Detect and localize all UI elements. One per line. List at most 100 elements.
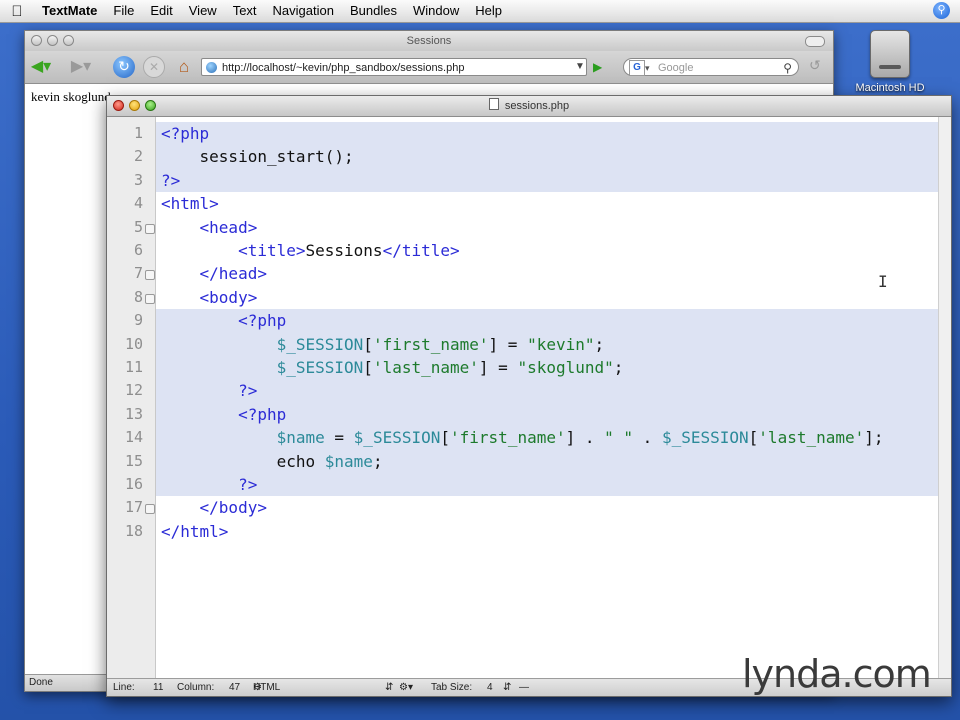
back-arrow-icon[interactable]: ◀▾ xyxy=(27,57,55,77)
editor-titlebar[interactable]: sessions.php xyxy=(107,96,951,117)
code-line[interactable]: <html> xyxy=(156,192,939,215)
code-token: ?> xyxy=(161,381,258,401)
gutter-line: 12 xyxy=(107,379,155,402)
code-text: <head> xyxy=(161,216,258,239)
snapback-icon[interactable]: ↺ xyxy=(809,57,821,74)
menu-app-textmate[interactable]: TextMate xyxy=(34,0,105,22)
code-line[interactable]: $_SESSION['first_name'] = "kevin"; xyxy=(156,332,939,356)
url-history-dropdown-icon[interactable]: ▼ xyxy=(575,58,585,76)
tab-size-stepper-icon[interactable]: ⇵ xyxy=(503,679,511,696)
code-text: <html> xyxy=(161,192,219,215)
line-number: 13 xyxy=(124,404,143,423)
gutter-line: 5 xyxy=(107,216,155,239)
document-proxy-icon[interactable] xyxy=(488,98,499,110)
search-magnifier-icon[interactable]: ⚲ xyxy=(783,59,792,77)
code-line[interactable]: $name = $_SESSION['first_name'] . " " . … xyxy=(156,426,939,450)
code-line[interactable]: <body> xyxy=(156,286,939,309)
vertical-scrollbar[interactable] xyxy=(938,117,951,678)
browser-titlebar[interactable]: Sessions xyxy=(25,31,833,51)
gutter-line: 16 xyxy=(107,473,155,496)
code-line[interactable]: ?> xyxy=(156,168,939,193)
menu-text[interactable]: Text xyxy=(225,0,265,22)
code-token: 'last_name' xyxy=(758,428,865,448)
code-text: <?php xyxy=(161,309,286,332)
line-number: 6 xyxy=(133,241,143,259)
menu-file[interactable]: File xyxy=(105,0,142,22)
language-stepper-icon[interactable]: ⇵ xyxy=(385,679,393,696)
code-line[interactable]: </head> xyxy=(156,262,939,285)
code-line[interactable]: <?php xyxy=(156,402,939,427)
editor-window-title: sessions.php xyxy=(504,100,570,112)
line-number: 7 xyxy=(133,264,143,283)
line-number: 11 xyxy=(124,358,143,376)
close-button[interactable] xyxy=(113,100,124,111)
line-number: 10 xyxy=(124,334,143,353)
code-line[interactable]: </body> xyxy=(156,496,939,519)
code-token: "kevin" xyxy=(527,334,595,354)
go-arrow-icon[interactable]: ▶ xyxy=(593,58,602,76)
minimize-button[interactable] xyxy=(47,35,58,46)
reload-icon[interactable]: ↻ xyxy=(113,56,135,78)
code-text: <?php xyxy=(161,122,209,145)
address-bar[interactable]: http://localhost/~kevin/php_sandbox/sess… xyxy=(201,58,587,76)
code-token: ]; xyxy=(864,428,884,448)
toolbar-toggle-button[interactable] xyxy=(805,36,825,47)
site-globe-icon xyxy=(206,62,217,73)
apple-menu-icon[interactable]:  xyxy=(0,3,34,20)
zoom-button[interactable] xyxy=(63,35,74,46)
code-line[interactable]: $_SESSION['last_name'] = "skoglund"; xyxy=(156,356,939,380)
fold-marker-icon[interactable] xyxy=(145,504,155,515)
forward-arrow-icon[interactable]: ▶▾ xyxy=(67,57,95,77)
hard-drive-icon xyxy=(870,30,910,78)
tab-size-value[interactable]: 4 xyxy=(487,679,493,696)
bundle-gear-popup-icon[interactable]: ⚙▾ xyxy=(399,679,413,696)
symbol-popup-icon[interactable]: — xyxy=(519,679,529,696)
code-line[interactable]: <title>Sessions</title> xyxy=(156,239,939,262)
code-line[interactable]: <?php xyxy=(156,122,939,146)
menu-edit[interactable]: Edit xyxy=(142,0,180,22)
line-number: 1 xyxy=(133,124,143,142)
code-token: ; xyxy=(372,451,383,471)
fold-marker-icon[interactable] xyxy=(145,223,155,234)
code-line[interactable]: </html> xyxy=(156,520,939,543)
fold-marker-icon[interactable] xyxy=(145,293,155,304)
code-line[interactable]: ?> xyxy=(156,379,939,403)
code-text: echo $name; xyxy=(161,450,383,473)
line-number: 18 xyxy=(124,521,143,540)
code-line[interactable]: session_start(); xyxy=(156,145,939,169)
code-token: [ xyxy=(440,428,451,448)
code-line[interactable]: echo $name; xyxy=(156,449,939,473)
code-line[interactable]: <head> xyxy=(156,216,939,239)
code-token: ?> xyxy=(161,475,258,494)
spotlight-search-icon[interactable]: ⚲ xyxy=(933,2,950,19)
google-engine-icon[interactable]: G xyxy=(629,60,645,76)
text-cursor-icon: I xyxy=(878,272,888,291)
close-button[interactable] xyxy=(31,35,42,46)
code-line[interactable]: <?php xyxy=(156,309,939,333)
code-text: $name = $_SESSION['first_name'] . " " . … xyxy=(161,426,884,449)
code-token: . xyxy=(633,428,662,448)
minimize-button[interactable] xyxy=(129,100,140,111)
menu-bundles[interactable]: Bundles xyxy=(342,0,405,22)
desktop-drive[interactable]: Macintosh HD xyxy=(845,30,935,94)
code-token: <?php xyxy=(161,311,287,331)
zoom-button[interactable] xyxy=(145,100,156,111)
code-editor-area[interactable]: <?php session_start(); ?> <html> <head> <t… xyxy=(156,117,939,678)
language-value: HTML xyxy=(253,682,281,693)
stop-icon[interactable]: ✕ xyxy=(143,56,165,78)
code-text: <?php xyxy=(161,403,286,426)
code-token: = xyxy=(324,428,354,448)
engine-dropdown-icon[interactable]: ▾ xyxy=(645,59,650,77)
fold-marker-icon[interactable] xyxy=(145,270,155,281)
menu-window[interactable]: Window xyxy=(405,0,467,22)
menu-view[interactable]: View xyxy=(181,0,225,22)
code-token: <body> xyxy=(161,287,258,307)
code-token: $_SESSION xyxy=(161,334,364,354)
browser-window-title: Sessions xyxy=(406,35,452,47)
browser-toolbar: ◀▾ ▶▾ ↻ ✕ ⌂ http://localhost/~kevin/php_… xyxy=(25,51,833,84)
search-field[interactable]: G ▾ Google ⚲ xyxy=(623,58,799,76)
menu-navigation[interactable]: Navigation xyxy=(265,0,342,22)
home-icon[interactable]: ⌂ xyxy=(173,57,195,77)
menu-help[interactable]: Help xyxy=(467,0,510,22)
code-line[interactable]: ?> xyxy=(156,473,939,497)
